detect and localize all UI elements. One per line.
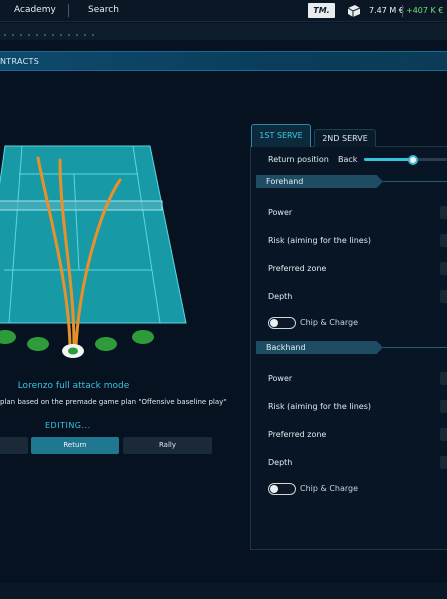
target-zone — [132, 330, 154, 344]
target-zone — [27, 337, 49, 351]
backhand-risk-control[interactable] — [440, 400, 447, 413]
forehand-chip-charge-label: Chip & Charge — [300, 318, 358, 327]
editing-label: EDITING... — [45, 421, 91, 430]
money-delta: +407 K € — [406, 6, 444, 15]
forehand-power-label: Power — [268, 208, 293, 217]
backhand-power-label: Power — [268, 374, 293, 383]
nav-academy[interactable]: Academy — [14, 5, 56, 15]
mode-button-rally[interactable]: Rally — [123, 437, 212, 454]
section-divider — [383, 181, 447, 182]
backhand-zone-label: Preferred zone — [268, 430, 327, 439]
backhand-depth-label: Depth — [268, 458, 293, 467]
tennis-court — [0, 145, 187, 358]
player-position-center — [68, 347, 78, 355]
backhand-header: Backhand — [256, 341, 383, 354]
mode-button-serve[interactable] — [0, 437, 28, 454]
money-icon — [347, 5, 361, 17]
return-position-slider-fill — [364, 158, 413, 161]
section-banner: NTRACTS — [0, 51, 447, 71]
tab-1st-serve[interactable]: 1ST SERVE — [251, 124, 311, 147]
backhand-chip-charge-toggle[interactable] — [268, 483, 296, 495]
top-bar: Academy Search TM. 7.47 M € +407 K € — [0, 0, 447, 22]
sub-nav-strip — [0, 23, 447, 40]
court-surface — [0, 145, 187, 324]
forehand-depth-control[interactable] — [440, 290, 447, 303]
forehand-risk-control[interactable] — [440, 234, 447, 247]
nav-search[interactable]: Search — [88, 5, 119, 15]
return-position-label: Return position — [268, 155, 329, 164]
forehand-power-control[interactable] — [440, 206, 447, 219]
return-position-value: Back — [338, 155, 358, 164]
forehand-chip-charge-toggle[interactable] — [268, 317, 296, 329]
mode-button-return[interactable]: Return — [31, 437, 119, 454]
bottom-bar — [0, 583, 447, 599]
forehand-header: Forehand — [256, 175, 383, 188]
backhand-chip-charge-label: Chip & Charge — [300, 484, 358, 493]
backhand-risk-label: Risk (aiming for the lines) — [268, 402, 372, 411]
money-divider — [402, 5, 403, 17]
section-divider — [383, 347, 447, 348]
target-zone — [95, 337, 117, 351]
forehand-zone-label: Preferred zone — [268, 264, 327, 273]
target-zone — [0, 330, 16, 344]
plan-subtitle: plan based on the premade game plan "Off… — [0, 398, 227, 406]
forehand-zone-control[interactable] — [440, 262, 447, 275]
backhand-depth-control[interactable] — [440, 456, 447, 469]
tab-2nd-serve[interactable]: 2ND SERVE — [314, 129, 376, 147]
backhand-power-control[interactable] — [440, 372, 447, 385]
forehand-depth-label: Depth — [268, 292, 293, 301]
money-balance: 7.47 M € — [369, 6, 404, 15]
return-position-slider-handle[interactable] — [408, 155, 418, 165]
tm-logo[interactable]: TM. — [308, 3, 335, 18]
nav-divider — [68, 4, 69, 17]
plan-title: Lorenzo full attack mode — [17, 381, 130, 391]
section-banner-label: NTRACTS — [0, 57, 40, 66]
backhand-zone-control[interactable] — [440, 428, 447, 441]
court-net — [0, 200, 163, 211]
forehand-risk-label: Risk (aiming for the lines) — [268, 236, 372, 245]
